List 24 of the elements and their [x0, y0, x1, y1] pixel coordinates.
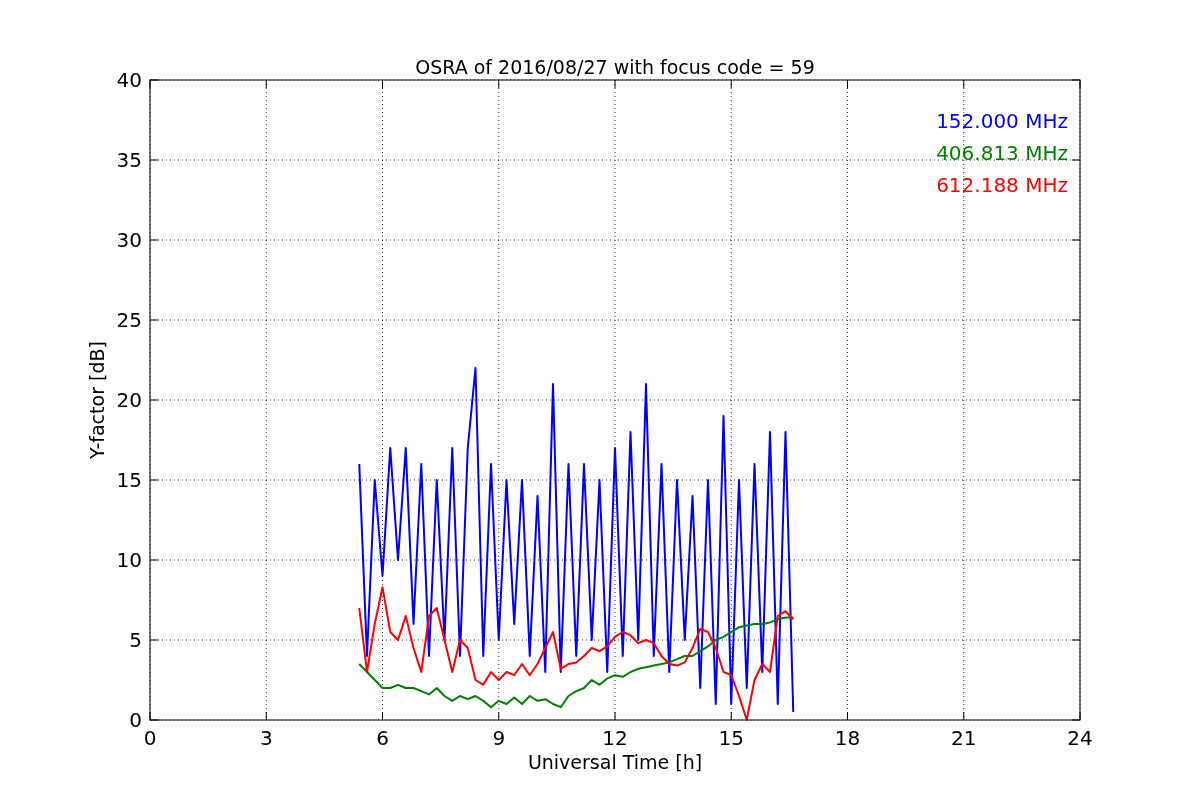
- x-tick-label: 21: [951, 726, 977, 750]
- y-axis-label: Y-factor [dB]: [86, 341, 108, 459]
- chart-title: OSRA of 2016/08/27 with focus code = 59: [415, 56, 815, 78]
- y-tick-label: 5: [129, 628, 142, 652]
- legend-label: 152.000 MHz: [936, 109, 1068, 133]
- legend-label: 406.813 MHz: [936, 141, 1068, 165]
- legend-label: 612.188 MHz: [936, 173, 1068, 197]
- x-tick-label: 15: [718, 726, 744, 750]
- x-tick-label: 24: [1067, 726, 1093, 750]
- y-tick-label: 35: [116, 148, 142, 172]
- x-tick-label: 18: [834, 726, 861, 750]
- y-tick-label: 25: [116, 308, 142, 332]
- y-tick-label: 10: [116, 548, 142, 572]
- x-tick-label: 6: [376, 726, 389, 750]
- x-tick-label: 3: [259, 726, 273, 750]
- x-tick-label: 9: [492, 726, 506, 750]
- y-tick-label: 0: [129, 708, 142, 732]
- x-axis-label: Universal Time [h]: [527, 751, 703, 773]
- y-tick-label: 30: [116, 228, 142, 252]
- x-tick-label: 0: [143, 726, 157, 750]
- y-tick-label: 40: [116, 68, 142, 92]
- y-tick-label: 20: [116, 388, 142, 412]
- x-tick-label: 12: [602, 726, 628, 750]
- y-tick-label: 15: [116, 468, 142, 492]
